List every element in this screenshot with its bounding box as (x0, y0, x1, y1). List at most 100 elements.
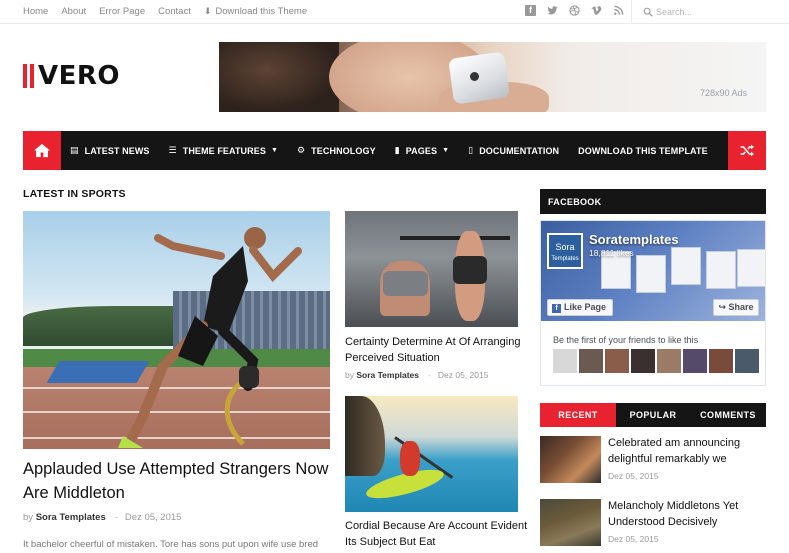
tab-comments[interactable]: COMMENTS (690, 403, 766, 427)
top-menu-home[interactable]: Home (23, 6, 48, 17)
twitter-icon[interactable] (547, 5, 558, 16)
main-post-image[interactable] (23, 211, 330, 449)
avatar[interactable] (683, 349, 707, 373)
facebook-share-label: Share (728, 302, 754, 312)
mid-post-title-2[interactable]: Cordial Because Are Account Evident Its … (345, 519, 530, 550)
chevron-down-icon: ▼ (442, 147, 450, 154)
runner-figure (118, 227, 302, 448)
facebook-friends-text: Be the first of your friends to like thi… (553, 335, 699, 345)
facebook-like-count: 18,811 likes (589, 248, 634, 258)
top-bar: Home About Error Page Contact ⬇ Download … (0, 0, 789, 24)
main-navigation: ▤ LATEST NEWS ☰ THEME FEATURES ▼ ⚙ TECHN… (23, 131, 766, 170)
tab-popular[interactable]: POPULAR (616, 403, 690, 427)
newspaper-icon: ▤ (70, 145, 79, 155)
separator-dash-icon: - (114, 512, 118, 523)
recent-post-date: Dez 05, 2015 (608, 534, 659, 544)
facebook-logo-text: Sora (555, 242, 575, 252)
top-menu: Home About Error Page Contact ⬇ Download … (23, 6, 333, 17)
recent-post-title[interactable]: Celebrated am announcing delightful rema… (608, 436, 766, 467)
top-menu-contact[interactable]: Contact (158, 6, 191, 17)
sliders-icon: ☰ (168, 145, 177, 155)
nav-item-pages[interactable]: ▮ PAGES ▼ (395, 145, 449, 156)
rss-icon[interactable] (613, 5, 624, 16)
facebook-cover-image[interactable]: Sora Templates Soratemplates 18,811 likes… (541, 221, 765, 321)
facebook-icon: f (552, 304, 561, 313)
nav-item-label: PAGES (405, 145, 438, 156)
avatar[interactable] (605, 349, 629, 373)
nav-item-label: DOCUMENTATION (479, 145, 560, 156)
post-tabs: RECENT POPULAR COMMENTS (540, 403, 766, 427)
search-box (631, 0, 771, 24)
search-input[interactable] (656, 5, 766, 19)
nav-items: ▤ LATEST NEWS ☰ THEME FEATURES ▼ ⚙ TECHN… (70, 131, 727, 170)
social-links: f (525, 5, 624, 16)
separator-dash-icon: - (428, 370, 431, 380)
avatar[interactable] (631, 349, 655, 373)
top-menu-download-label: Download this Theme (215, 6, 308, 17)
bookmark-icon: ▮ (394, 145, 400, 155)
tab-recent[interactable]: RECENT (540, 403, 616, 427)
facebook-like-label: Like Page (564, 302, 607, 312)
nav-item-theme-features[interactable]: ☰ THEME FEATURES ▼ (169, 145, 278, 156)
dribbble-icon[interactable] (569, 5, 580, 16)
nav-item-technology[interactable]: ⚙ TECHNOLOGY (297, 145, 376, 156)
main-post-meta: by Sora Templates - Dez 05, 2015 (23, 512, 182, 523)
vimeo-icon[interactable] (591, 5, 602, 16)
share-icon: ↪ (718, 302, 729, 312)
recent-post-date: Dez 05, 2015 (608, 471, 659, 481)
avatar[interactable] (579, 349, 603, 373)
gears-icon: ⚙ (297, 145, 306, 155)
search-icon (643, 7, 653, 17)
logo-mark (23, 64, 34, 88)
mid-post-date-1: Dez 05, 2015 (437, 370, 489, 380)
mid-post-image-2[interactable] (345, 396, 518, 512)
main-post-date: Dez 05, 2015 (124, 512, 182, 523)
facebook-icon[interactable]: f (525, 5, 536, 16)
avatar[interactable] (553, 349, 577, 373)
avatar[interactable] (735, 349, 759, 373)
section-title: LATEST IN SPORTS (23, 188, 126, 200)
ad-phone-image (448, 51, 510, 105)
avatar[interactable] (657, 349, 681, 373)
main-post-author[interactable]: Sora Templates (36, 512, 106, 523)
main-post-title[interactable]: Applauded Use Attempted Strangers Now Ar… (23, 457, 335, 505)
facebook-widget-title: FACEBOOK (540, 189, 766, 214)
facebook-page-widget: Sora Templates Soratemplates 18,811 likes… (540, 220, 766, 386)
mid-post-title-1[interactable]: Certainty Determine At Of Arranging Perc… (345, 335, 530, 366)
nav-item-latest-news[interactable]: ▤ LATEST NEWS (70, 145, 150, 156)
site-logo[interactable]: VERO (23, 63, 120, 89)
main-post-excerpt: It bachelor cheerful of mistaken. Tore h… (23, 539, 319, 550)
mid-post-image-1[interactable] (345, 211, 518, 327)
nav-item-label: LATEST NEWS (84, 145, 150, 156)
facebook-page-name[interactable]: Soratemplates (589, 232, 679, 247)
nav-item-label: DOWNLOAD THIS TEMPLATE (578, 145, 708, 156)
facebook-friend-avatars (553, 349, 759, 373)
nav-item-documentation[interactable]: ▯ DOCUMENTATION (468, 145, 559, 156)
file-icon: ▯ (468, 145, 474, 155)
mid-post-author-1[interactable]: Sora Templates (356, 370, 419, 380)
mid-post-meta-1: by Sora Templates - Dez 05, 2015 (345, 370, 489, 380)
recent-post-thumbnail[interactable] (540, 499, 601, 546)
nav-item-label: TECHNOLOGY (311, 145, 376, 156)
header-ad-banner[interactable]: 728x90 Ads (219, 42, 766, 112)
home-button[interactable] (23, 131, 61, 170)
facebook-logo-subtext: Templates (551, 256, 579, 262)
shuffle-icon (740, 144, 754, 157)
nav-item-download-template[interactable]: DOWNLOAD THIS TEMPLATE (578, 146, 708, 156)
facebook-share-button[interactable]: ↪ Share (713, 299, 759, 316)
recent-post-thumbnail[interactable] (540, 436, 601, 483)
recent-post-title[interactable]: Melancholy Middletons Yet Understood Dec… (608, 499, 766, 530)
ad-size-label: 728x90 Ads (699, 88, 747, 98)
nav-item-label: THEME FEATURES (182, 145, 266, 156)
chevron-down-icon: ▼ (270, 147, 278, 154)
random-post-button[interactable] (728, 131, 766, 170)
logo-text: VERO (38, 61, 121, 91)
top-menu-about[interactable]: About (61, 6, 86, 17)
home-icon (34, 143, 50, 158)
facebook-like-page-button[interactable]: f Like Page (547, 299, 613, 316)
download-icon: ⬇ (203, 6, 212, 16)
facebook-page-logo[interactable]: Sora Templates (547, 233, 583, 269)
avatar[interactable] (709, 349, 733, 373)
top-menu-download-theme[interactable]: ⬇ Download this Theme (204, 6, 320, 17)
top-menu-error-page[interactable]: Error Page (99, 6, 145, 17)
